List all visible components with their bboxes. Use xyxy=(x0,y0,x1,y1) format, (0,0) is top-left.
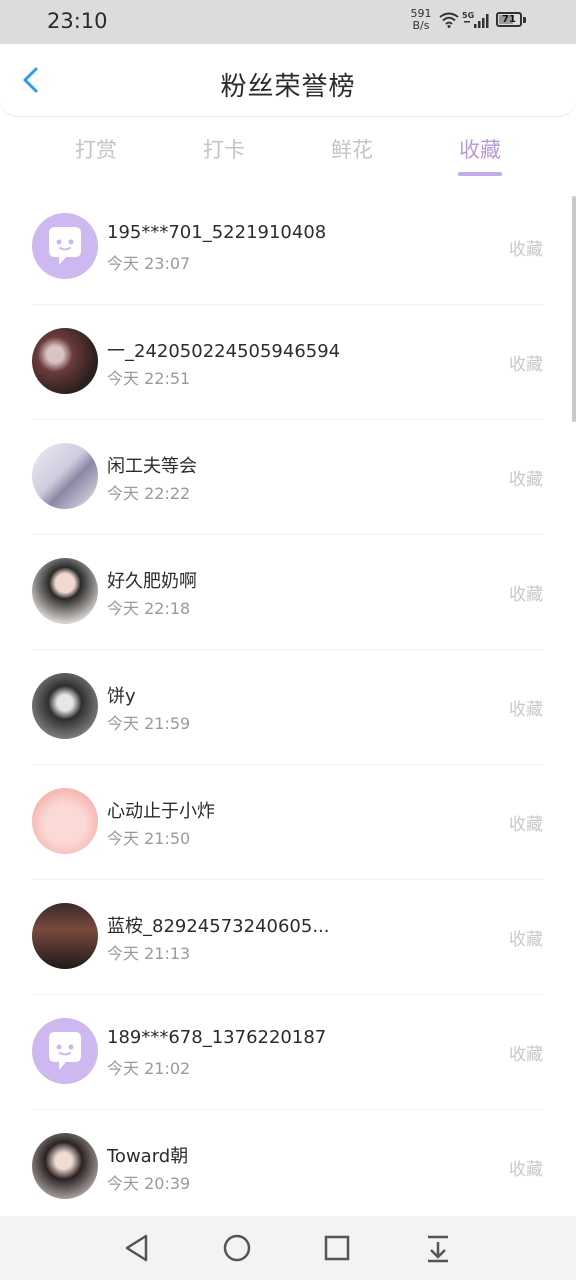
tab-reward[interactable]: 打赏 xyxy=(46,134,146,164)
tab-checkin[interactable]: 打卡 xyxy=(174,134,274,164)
triangle-back-icon[interactable] xyxy=(119,1230,155,1266)
cellular-signal-icon: 5G xyxy=(462,11,489,28)
page-title: 粉丝荣誉榜 xyxy=(220,72,356,102)
chat-bubble-icon xyxy=(49,1032,81,1070)
avatar[interactable] xyxy=(32,903,98,969)
fan-action-label: 收藏 xyxy=(509,700,543,720)
nav-home-button[interactable] xyxy=(219,1230,255,1266)
network-type-label: 5G xyxy=(462,11,474,20)
fan-name: 一_242050224505946594 xyxy=(107,341,341,362)
battery-cap xyxy=(523,17,526,23)
fan-name: 饼y xyxy=(107,686,136,707)
fan-action-label: 收藏 xyxy=(509,1045,543,1065)
nav-recent-button[interactable] xyxy=(319,1230,355,1266)
fan-list-item[interactable]: Toward朝 今天 20:39 收藏 xyxy=(0,1110,576,1225)
avatar[interactable] xyxy=(32,673,98,739)
fan-time: 今天 20:39 xyxy=(107,1174,191,1193)
fan-action-label: 收藏 xyxy=(509,470,543,490)
fan-time: 今天 22:18 xyxy=(107,599,191,618)
wifi-icon xyxy=(439,12,459,28)
fan-list-item[interactable]: 闲工夫等会今天 22:22 收藏 xyxy=(0,420,576,535)
tab-bar: 打赏 打卡 鲜花 收藏 xyxy=(0,122,576,182)
avatar[interactable] xyxy=(32,558,98,624)
fan-time: 今天 21:59 xyxy=(107,714,191,733)
fan-time: 今天 21:13 xyxy=(107,944,191,963)
fan-name: Toward朝 xyxy=(107,1146,189,1167)
status-time: 23:10 xyxy=(47,9,108,33)
avatar[interactable] xyxy=(32,213,98,279)
scrollbar[interactable] xyxy=(572,196,576,422)
fan-list-item[interactable]: 饼y 今天 21:59 收藏 xyxy=(0,650,576,765)
fan-name: 闲工夫等会 xyxy=(107,456,197,477)
battery-icon: 71 xyxy=(496,12,522,27)
fan-list-item[interactable]: 好久肥奶啊今天 22:18 收藏 xyxy=(0,535,576,650)
fan-name: 好久肥奶啊 xyxy=(107,571,197,592)
fan-action-label: 收藏 xyxy=(509,930,543,950)
fan-time: 今天 22:22 xyxy=(107,484,191,503)
tab-favorites[interactable]: 收藏 xyxy=(430,134,530,164)
system-nav-bar xyxy=(0,1216,576,1280)
download-menu-icon[interactable] xyxy=(420,1230,456,1266)
fan-list-item[interactable]: 195***701_5221910408 今天 23:07 收藏 xyxy=(0,190,576,305)
status-bar: 23:10 591 B/s 5G 71 xyxy=(0,0,576,44)
fan-action-label: 收藏 xyxy=(509,240,543,260)
chat-bubble-icon xyxy=(49,227,81,265)
fan-name: 189***678_1376220187 xyxy=(107,1027,327,1048)
fan-action-label: 收藏 xyxy=(509,355,543,375)
fan-time: 今天 21:02 xyxy=(107,1059,191,1078)
fan-time: 今天 21:50 xyxy=(107,829,191,848)
avatar[interactable] xyxy=(32,788,98,854)
fan-action-label: 收藏 xyxy=(509,815,543,835)
header: 粉丝荣誉榜 xyxy=(0,44,576,116)
avatar[interactable] xyxy=(32,443,98,509)
avatar[interactable] xyxy=(32,328,98,394)
fan-action-label: 收藏 xyxy=(509,585,543,605)
battery-percent: 71 xyxy=(502,14,516,25)
fan-list-item[interactable]: 189***678_1376220187 今天 21:02 收藏 xyxy=(0,995,576,1110)
circle-home-icon[interactable] xyxy=(219,1230,255,1266)
network-speed-unit: B/s xyxy=(412,19,430,32)
square-recent-icon[interactable] xyxy=(319,1230,355,1266)
fan-list-item[interactable]: 蓝桉_82924573240605... 今天 21:13 收藏 xyxy=(0,880,576,995)
active-tab-indicator xyxy=(458,172,502,176)
avatar[interactable] xyxy=(32,1133,98,1199)
fan-list-item[interactable]: 心动止于小炸 今天 21:50 收藏 xyxy=(0,765,576,880)
fan-name: 心动止于小炸 xyxy=(107,801,215,822)
fan-name: 195***701_5221910408 xyxy=(107,222,327,243)
tab-flowers[interactable]: 鲜花 xyxy=(302,134,402,164)
network-speed: 591 B/s xyxy=(404,8,438,32)
nav-back-button[interactable] xyxy=(119,1230,155,1266)
fan-time: 今天 22:51 xyxy=(107,369,191,388)
fan-action-label: 收藏 xyxy=(509,1160,543,1180)
nav-menu-button[interactable] xyxy=(420,1230,456,1266)
avatar[interactable] xyxy=(32,1018,98,1084)
fan-time: 今天 23:07 xyxy=(107,254,191,273)
fan-list-item[interactable]: 一_242050224505946594 今天 22:51 收藏 xyxy=(0,305,576,420)
fan-name: 蓝桉_82924573240605... xyxy=(107,916,330,937)
